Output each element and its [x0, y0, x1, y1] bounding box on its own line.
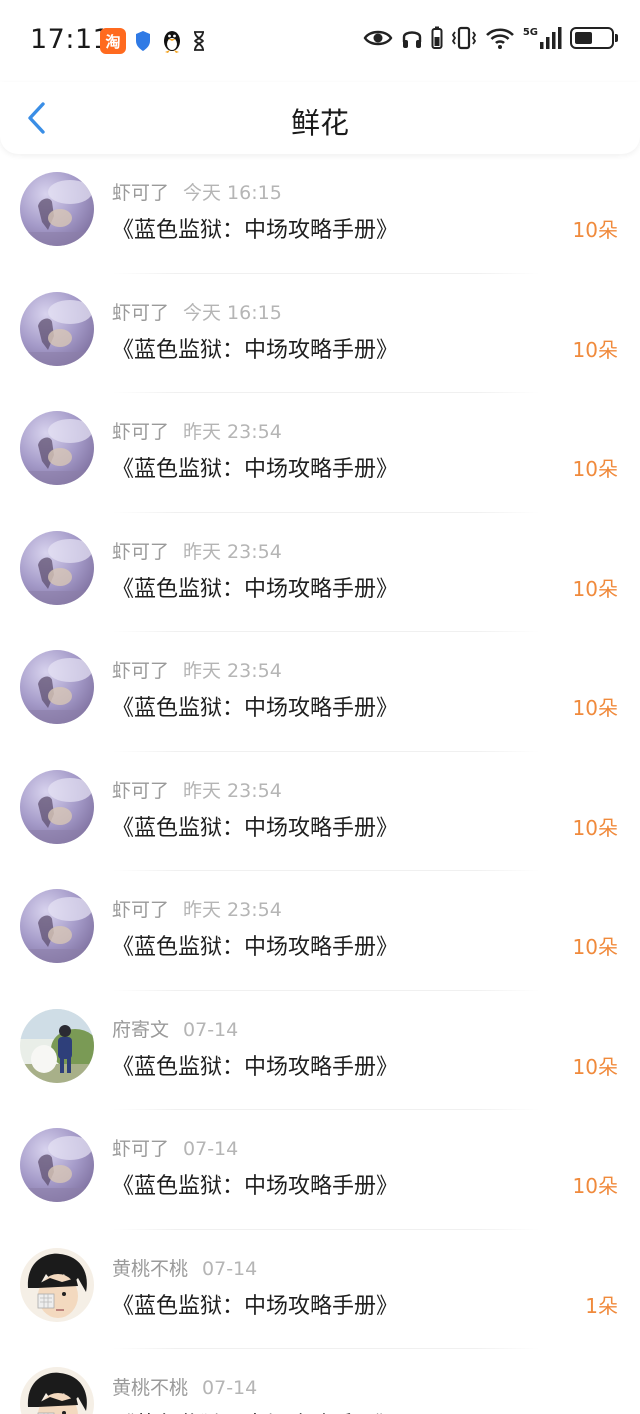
list-item[interactable]: 黄桃不桃 07-14 《蓝色监狱：中场攻略手册》 1朵: [0, 1230, 640, 1349]
book-title[interactable]: 《蓝色监狱：中场攻略手册》: [112, 1168, 398, 1200]
user-name[interactable]: 虾可了: [112, 1138, 169, 1160]
flower-count: 10朵: [572, 935, 618, 959]
list-item[interactable]: 虾可了 昨天 23:54 《蓝色监狱：中场攻略手册》 10朵: [0, 393, 640, 513]
user-name[interactable]: 府寄文: [112, 1019, 169, 1041]
avatar[interactable]: [20, 172, 94, 246]
book-title[interactable]: 《蓝色监狱：中场攻略手册》: [112, 690, 398, 722]
flower-count: 10朵: [572, 337, 618, 362]
list-item[interactable]: 虾可了 今天 16:15 《蓝色监狱：中场攻略手册》 10朵: [0, 154, 640, 274]
user-name[interactable]: 虾可了: [112, 660, 169, 682]
item-meta: 虾可了 07-14: [112, 1134, 238, 1161]
item-meta: 虾可了 今天 16:15: [112, 298, 282, 325]
timestamp: 今天 16:15: [183, 301, 282, 324]
list-item[interactable]: 黄桃不桃 07-14 《蓝色监狱：中场攻略手册》 1朵: [0, 1349, 640, 1414]
timestamp: 07-14: [183, 1018, 239, 1041]
notification-icons: 淘: [100, 28, 206, 54]
book-title[interactable]: 《蓝色监狱：中场攻略手册》: [112, 1288, 398, 1320]
avatar[interactable]: [20, 1247, 94, 1322]
flower-count: 10朵: [572, 218, 618, 242]
avatar[interactable]: [20, 769, 94, 844]
user-name[interactable]: 虾可了: [112, 421, 169, 443]
list-item[interactable]: 府寄文 07-14 《蓝色监狱：中场攻略手册》 10朵: [0, 991, 640, 1110]
timestamp: 07-14: [202, 1257, 258, 1280]
item-meta: 府寄文 07-14: [112, 1015, 238, 1042]
book-title[interactable]: 《蓝色监狱：中场攻略手册》: [112, 929, 398, 961]
avatar[interactable]: [20, 889, 94, 963]
user-name[interactable]: 虾可了: [112, 780, 169, 802]
avatar[interactable]: [20, 1367, 94, 1414]
status-time: 17:11: [30, 24, 111, 55]
flower-count: 1朵: [585, 1293, 618, 1318]
avatar[interactable]: [20, 650, 94, 724]
status-bar: 17:11 淘 5G: [0, 0, 640, 82]
battery-icon: [570, 27, 618, 49]
book-title[interactable]: 《蓝色监狱：中场攻略手册》: [112, 571, 398, 603]
timestamp: 昨天 23:54: [183, 540, 282, 563]
user-name[interactable]: 虾可了: [112, 182, 169, 204]
timestamp: 昨天 23:54: [183, 421, 282, 443]
cellular-signal-icon: 5G: [523, 27, 562, 49]
item-meta: 虾可了 昨天 23:54: [112, 417, 282, 444]
network-type-label: 5G: [522, 27, 538, 38]
flower-count: 10朵: [572, 815, 618, 840]
system-status-icons: 5G: [363, 26, 618, 50]
list-item[interactable]: 虾可了 07-14 《蓝色监狱：中场攻略手册》 10朵: [0, 1110, 640, 1230]
flower-count: 1朵: [585, 1409, 618, 1414]
timestamp: 07-14: [202, 1377, 258, 1399]
avatar[interactable]: [20, 530, 94, 605]
user-name[interactable]: 虾可了: [112, 899, 169, 921]
avatar[interactable]: [20, 1008, 94, 1083]
vibrate-icon: [451, 26, 476, 50]
timestamp: 昨天 23:54: [183, 899, 282, 921]
eye-icon: [363, 30, 393, 46]
book-title[interactable]: 《蓝色监狱：中场攻略手册》: [112, 332, 398, 364]
list-item[interactable]: 虾可了 今天 16:15 《蓝色监狱：中场攻略手册》 10朵: [0, 274, 640, 393]
list-item[interactable]: 虾可了 昨天 23:54 《蓝色监狱：中场攻略手册》 10朵: [0, 871, 640, 991]
item-meta: 虾可了 昨天 23:54: [112, 895, 282, 922]
page-title: 鲜花: [290, 106, 349, 140]
flower-count: 10朵: [572, 457, 618, 481]
flower-count: 10朵: [572, 1054, 618, 1079]
book-title[interactable]: 《蓝色监狱：中场攻略手册》: [112, 810, 398, 842]
user-name[interactable]: 虾可了: [112, 302, 169, 324]
battery-small-icon: [431, 26, 443, 49]
timestamp: 07-14: [183, 1138, 239, 1160]
nav-bar: 鲜花: [0, 82, 640, 154]
list-item[interactable]: 虾可了 昨天 23:54 《蓝色监狱：中场攻略手册》 10朵: [0, 632, 640, 752]
shield-icon: [136, 31, 150, 51]
flower-count: 10朵: [572, 1174, 618, 1198]
timestamp: 昨天 23:54: [183, 779, 282, 802]
taobao-app-icon: 淘: [100, 28, 126, 54]
flower-record-list: 虾可了 今天 16:15 《蓝色监狱：中场攻略手册》 10朵 虾可了 今天 16:15 《蓝…: [0, 154, 640, 1414]
list-item[interactable]: 虾可了 昨天 23:54 《蓝色监狱：中场攻略手册》 10朵: [0, 513, 640, 632]
wifi-icon: [485, 28, 514, 49]
flower-count: 10朵: [572, 576, 618, 601]
hourglass-icon: [194, 31, 204, 51]
item-meta: 虾可了 昨天 23:54: [112, 656, 282, 683]
item-meta: 虾可了 今天 16:15: [112, 178, 282, 205]
avatar[interactable]: [20, 411, 94, 485]
user-name[interactable]: 黄桃不桃: [112, 1258, 188, 1280]
flower-count: 10朵: [572, 696, 618, 720]
avatar[interactable]: [20, 291, 94, 366]
battery-level: [575, 32, 592, 44]
timestamp: 今天 16:15: [183, 182, 282, 204]
book-title[interactable]: 《蓝色监狱：中场攻略手册》: [112, 1407, 398, 1414]
list-item[interactable]: 虾可了 昨天 23:54 《蓝色监狱：中场攻略手册》 10朵: [0, 752, 640, 871]
item-meta: 黄桃不桃 07-14: [112, 1254, 257, 1281]
user-name[interactable]: 虾可了: [112, 541, 169, 563]
item-meta: 虾可了 昨天 23:54: [112, 537, 282, 564]
user-name[interactable]: 黄桃不桃: [112, 1377, 188, 1399]
avatar[interactable]: [20, 1128, 94, 1202]
item-meta: 虾可了 昨天 23:54: [112, 776, 282, 803]
headphones-icon: [402, 31, 422, 48]
book-title[interactable]: 《蓝色监狱：中场攻略手册》: [112, 212, 398, 244]
book-title[interactable]: 《蓝色监狱：中场攻略手册》: [112, 1049, 398, 1081]
item-meta: 黄桃不桃 07-14: [112, 1373, 257, 1400]
qq-penguin-icon: [164, 31, 180, 53]
timestamp: 昨天 23:54: [183, 660, 282, 682]
book-title[interactable]: 《蓝色监狱：中场攻略手册》: [112, 451, 398, 483]
